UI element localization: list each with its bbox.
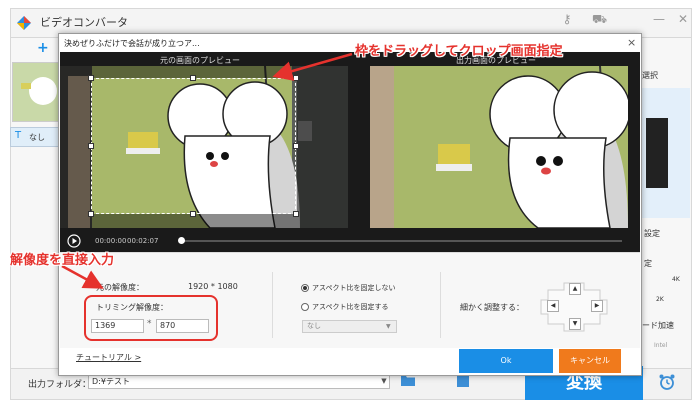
crop-handle-top[interactable] <box>190 75 196 81</box>
arrow-down-icon[interactable]: ▼ <box>569 318 581 330</box>
format-preview-panel[interactable] <box>642 88 690 218</box>
radio-selected-dot <box>303 286 307 290</box>
arrow-left-icon[interactable]: ◀ <box>547 300 559 312</box>
current-time: 00:00:00 <box>95 237 127 245</box>
cancel-button[interactable]: キャンセル <box>559 349 621 373</box>
crop-handle-tr[interactable] <box>293 75 299 81</box>
original-resolution-label: 元の解像度： <box>96 283 144 292</box>
format-thumbnail <box>646 118 668 188</box>
original-preview-label: 元の画面のプレビュー <box>160 56 240 65</box>
arrow-right-icon[interactable]: ▶ <box>591 300 603 312</box>
ok-button[interactable]: Ok <box>459 349 553 373</box>
app-logo-icon <box>17 16 31 30</box>
annotation-highlight-box <box>84 295 218 341</box>
key-icon[interactable]: ⚷ <box>560 12 574 26</box>
resolution-hint-annotation: 解像度を直接入力 <box>10 253 115 268</box>
app-title: ビデオコンバータ <box>40 16 128 29</box>
crop-handle-bottom[interactable] <box>190 211 196 217</box>
intel-label: Intel <box>654 342 668 349</box>
seek-bar[interactable] <box>180 240 622 242</box>
output-folder-input[interactable]: D:¥テスト <box>88 374 390 389</box>
crop-selection-box[interactable] <box>91 78 296 214</box>
accel-label: ード加速 <box>642 321 674 330</box>
dialog-title: 決めぜりふだけで会話が成り立つア... <box>64 39 200 48</box>
alarm-icon[interactable] <box>658 373 676 391</box>
ratio-unfixed-label[interactable]: アスペクト比を固定しない <box>312 283 396 293</box>
crop-handle-bl[interactable] <box>88 211 94 217</box>
total-time: 00:02:07 <box>127 237 159 245</box>
chevron-down-icon[interactable]: ▼ <box>386 320 391 333</box>
dialog-close-icon[interactable]: × <box>627 36 636 49</box>
select-label: 選択 <box>642 71 658 80</box>
original-resolution-value: 1920 * 1080 <box>188 282 238 291</box>
divider <box>272 272 273 338</box>
cart-icon[interactable]: ⛟ <box>592 12 607 26</box>
aspect-ratio-select[interactable]: なし <box>302 320 397 333</box>
crop-hint-annotation: 枠をドラッグしてクロップ画面指定 <box>355 44 563 59</box>
close-icon[interactable]: ✕ <box>676 12 690 26</box>
quality-2k: 2K <box>656 296 664 303</box>
crop-handle-tl[interactable] <box>88 75 94 81</box>
ratio-fixed-label[interactable]: アスペクト比を固定する <box>312 302 389 312</box>
quality-4k: 4K <box>672 276 680 283</box>
fine-adjust-label: 細かく調整する： <box>460 303 524 312</box>
dropdown-icon[interactable]: ▼ <box>378 374 390 389</box>
ratio-fixed-radio[interactable] <box>301 303 309 311</box>
add-file-button[interactable]: + <box>37 40 49 56</box>
crop-handle-br[interactable] <box>293 211 299 217</box>
arrow-up-icon[interactable]: ▲ <box>569 283 581 295</box>
divider <box>440 272 441 338</box>
fixed-label: 定 <box>644 259 652 268</box>
play-icon[interactable] <box>67 234 81 248</box>
subtitle-none-button[interactable]: T なし <box>10 127 64 147</box>
video-thumbnail[interactable] <box>12 62 62 122</box>
seek-thumb[interactable] <box>178 237 185 244</box>
tutorial-link[interactable]: チュートリアル > <box>76 352 141 363</box>
output-preview-frame <box>370 66 628 228</box>
minimize-icon[interactable]: — <box>652 12 666 26</box>
none-label: なし <box>29 133 45 142</box>
crop-handle-left[interactable] <box>88 143 94 149</box>
text-icon: T <box>15 130 22 141</box>
settings-label[interactable]: 設定 <box>644 228 660 239</box>
output-folder-label: 出力フォルダ： <box>28 380 92 390</box>
crop-handle-right[interactable] <box>293 143 299 149</box>
